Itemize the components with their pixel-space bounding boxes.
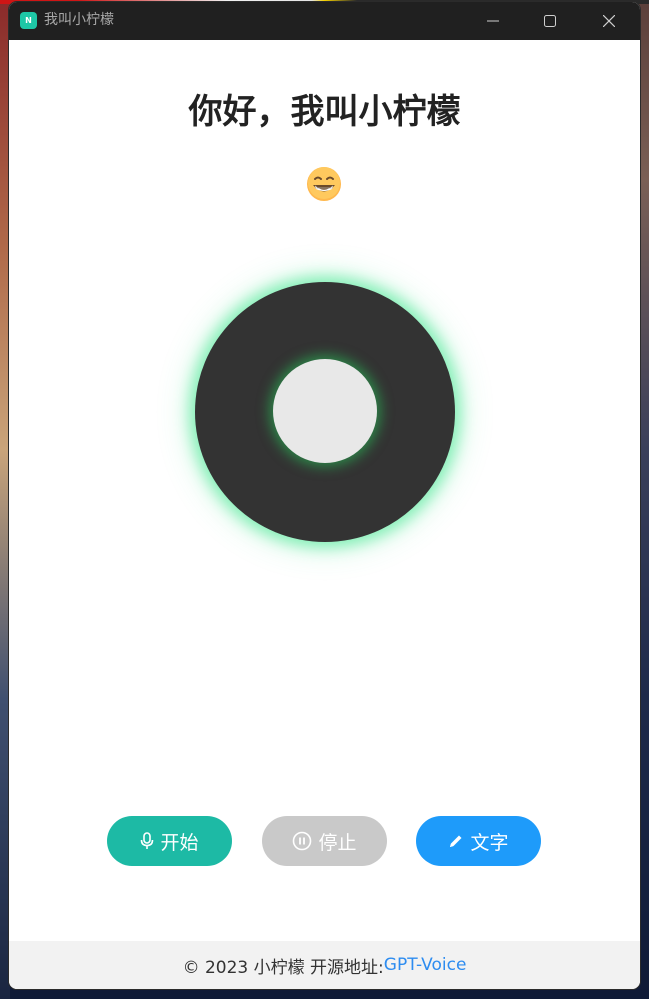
page-title: 你好，我叫小柠檬 <box>188 92 461 132</box>
app-logo-icon: N <box>20 12 37 29</box>
title-bar[interactable]: N 我叫小柠檬 <box>9 2 640 40</box>
text-input-button[interactable]: 文字 <box>416 816 541 866</box>
maximize-icon <box>544 15 556 27</box>
grinning-face-emoji-icon <box>307 167 341 201</box>
text-button-label: 文字 <box>470 831 509 854</box>
close-button[interactable] <box>586 2 632 40</box>
minimize-button[interactable] <box>470 2 516 40</box>
app-window: N 我叫小柠檬 你好，我叫小柠檬 开始 停止 文字 © 2023 小柠檬 开源地… <box>9 2 640 989</box>
voice-visualizer-orb[interactable] <box>195 282 455 542</box>
stop-button-label: 停止 <box>318 831 357 854</box>
pencil-icon <box>450 835 462 847</box>
maximize-button[interactable] <box>527 2 573 40</box>
pause-circle-icon <box>293 831 312 851</box>
microphone-icon <box>141 832 154 849</box>
app-logo-text: N <box>25 15 32 25</box>
footer-text: © 2023 小柠檬 开源地址: <box>182 957 384 978</box>
start-button[interactable]: 开始 <box>107 816 232 866</box>
main-content: 你好，我叫小柠檬 开始 停止 文字 <box>9 40 640 941</box>
voice-visualizer-core <box>273 359 377 463</box>
source-link[interactable]: GPT-Voice <box>384 955 467 975</box>
start-button-label: 开始 <box>160 831 199 854</box>
close-icon <box>603 15 615 27</box>
footer: © 2023 小柠檬 开源地址: GPT-Voice <box>9 941 640 989</box>
stop-button[interactable]: 停止 <box>262 816 387 866</box>
window-title: 我叫小柠檬 <box>44 12 114 28</box>
minimize-icon <box>487 20 499 22</box>
